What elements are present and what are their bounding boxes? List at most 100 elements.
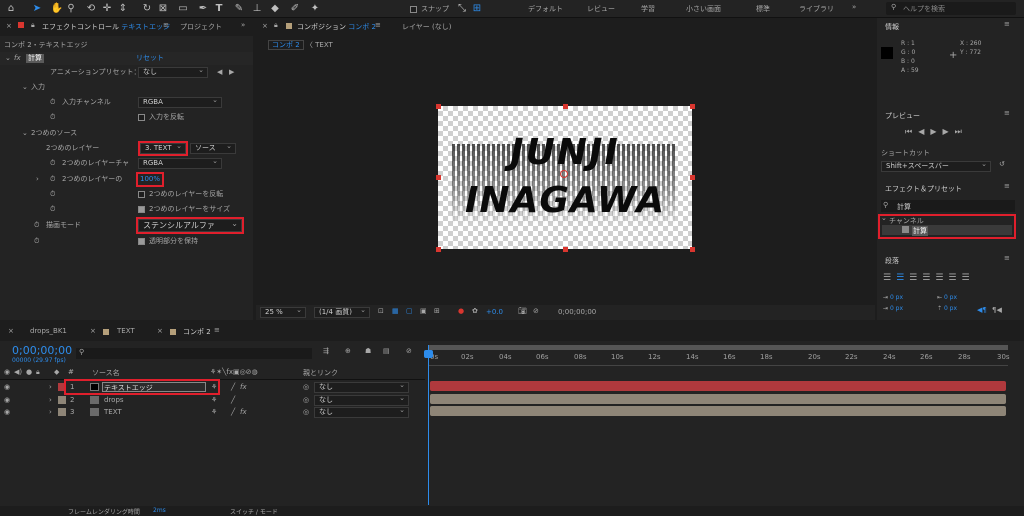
stopwatch-icon[interactable]: ⏱ — [50, 203, 55, 216]
close-icon[interactable]: × — [262, 22, 268, 30]
layer-tab[interactable]: レイヤー (なし) — [402, 22, 451, 32]
layer-name[interactable]: drops — [104, 394, 124, 406]
shy-switch-icon[interactable]: ⚘ — [211, 381, 217, 393]
dolly-tool-icon[interactable]: ⇕ — [116, 2, 130, 16]
shy-icon[interactable]: ☗ — [365, 347, 371, 355]
justify-center-icon[interactable]: ☰ — [935, 273, 948, 283]
expand-chevron-icon[interactable]: ⌄ — [5, 52, 11, 65]
quality-switch-icon[interactable]: ╱ — [231, 406, 235, 418]
eraser-tool-icon[interactable]: ◆ — [268, 2, 282, 16]
breadcrumb-text[interactable]: TEXT — [315, 41, 333, 49]
project-tab[interactable]: プロジェクト — [180, 22, 222, 32]
visibility-icon[interactable]: ◉ — [4, 406, 10, 418]
second-opacity-value[interactable]: 100% — [135, 172, 165, 187]
panel-lock-icon[interactable]: 🔒︎ — [31, 21, 35, 30]
fx-switch-icon[interactable]: fx — [240, 406, 247, 418]
move-tool-icon[interactable]: ✛ — [100, 2, 114, 16]
panel-menu-icon[interactable]: ≡ — [1004, 20, 1010, 28]
stopwatch-icon[interactable]: ⏱ — [34, 219, 39, 232]
effects-item-row[interactable]: 計算 — [882, 225, 1012, 236]
effect-name[interactable]: 計算 — [26, 54, 44, 63]
close-icon[interactable]: × — [157, 327, 163, 335]
pan-behind-tool-icon[interactable]: ⊠ — [156, 2, 170, 16]
draft-3d-icon[interactable]: ⊕ — [345, 347, 351, 355]
panel-overflow-icon[interactable]: » — [241, 21, 245, 29]
close-icon[interactable]: × — [6, 22, 12, 30]
comp-mini-flowchart-icon[interactable]: ⇶ — [323, 347, 329, 355]
fx-switch-icon[interactable]: fx — [240, 381, 247, 393]
fx-icon[interactable]: fx — [14, 52, 21, 65]
pen-tool-icon[interactable]: ✒ — [196, 2, 210, 16]
transform-handle-tc[interactable] — [563, 104, 568, 109]
second-layer-dropdown[interactable]: 3. TEXT — [138, 141, 188, 156]
panel-lock-icon[interactable]: 🔒︎ — [274, 21, 278, 30]
workspace-review[interactable]: レビュー — [587, 4, 615, 14]
preset-next-icon[interactable]: ▶ — [229, 66, 234, 79]
input-group-chevron-icon[interactable]: ⌄ — [22, 81, 28, 94]
shape-tool-icon[interactable]: ▭ — [176, 2, 190, 16]
type-tool-icon[interactable]: T — [212, 2, 226, 16]
tab-menu-icon[interactable]: ≡ — [375, 21, 381, 29]
workspace-learn[interactable]: 学習 — [641, 4, 655, 14]
label-color-swatch[interactable] — [58, 396, 66, 404]
playhead-handle[interactable] — [424, 350, 433, 358]
shy-switch-icon[interactable]: ⚘ — [211, 394, 217, 406]
prev-frame-icon[interactable]: ◀ — [918, 127, 930, 136]
pick-whip-icon[interactable]: ◎ — [303, 381, 309, 393]
tab-text[interactable]: TEXT — [117, 327, 135, 335]
invert-second-checkbox[interactable] — [138, 188, 147, 201]
transform-handle-br[interactable] — [690, 247, 695, 252]
align-left-icon[interactable]: ☰ — [883, 273, 896, 283]
tab-drops-bk1[interactable]: drops_BK1 — [30, 327, 67, 335]
reset-link[interactable]: リセット — [136, 52, 164, 65]
quality-switch-icon[interactable]: ╱ — [231, 394, 235, 406]
layer-row-1[interactable]: ◉ › 1 テキストエッジ ⚘ ╱ fx ◎ なし — [0, 379, 425, 395]
composition-tab[interactable]: コンポジション コンポ 2 — [297, 22, 376, 32]
timeline-timecode[interactable]: 0;00;00;00 — [12, 344, 72, 357]
lock-icon[interactable] — [18, 22, 24, 28]
exposure-value[interactable]: +0.0 — [486, 308, 503, 316]
parent-link-header[interactable]: 親とリンク — [303, 368, 338, 378]
pick-whip-icon[interactable]: ◎ — [303, 406, 309, 418]
snapshot-icon[interactable]: 📷︎ — [518, 307, 527, 315]
second-size-checkbox[interactable] — [138, 203, 147, 216]
breadcrumb-comp[interactable]: コンポ 2 — [268, 40, 304, 50]
indent-right[interactable]: ⇤ 0 px — [937, 294, 957, 301]
justify-left-icon[interactable]: ☰ — [922, 273, 935, 283]
layer-bar-3[interactable] — [430, 406, 1006, 416]
parent-dropdown[interactable]: なし — [314, 394, 409, 406]
panel-menu-icon[interactable]: ≡ — [1004, 182, 1010, 190]
first-frame-icon[interactable]: ⏮ — [905, 127, 918, 136]
effect-controls-tab[interactable]: エフェクトコントロール テキストエッジ — [42, 22, 170, 32]
ltr-icon[interactable]: ¶◀ — [992, 306, 1002, 314]
parent-dropdown[interactable]: なし — [314, 381, 409, 393]
workspace-small-screen[interactable]: 小さい画面 — [686, 4, 721, 14]
second-layer-source-dropdown[interactable]: ソース — [190, 142, 236, 154]
layer-row-2[interactable]: ◉ › 2 drops ⚘ ╱ ◎ なし — [0, 394, 425, 406]
category-chevron-icon[interactable]: ⌄ — [881, 214, 887, 222]
anchor-point-icon[interactable] — [560, 170, 568, 178]
source-name-header[interactable]: ソース名 — [92, 368, 120, 378]
shy-switch-icon[interactable]: ⚘ — [211, 406, 217, 418]
last-frame-icon[interactable]: ⏭ — [955, 127, 968, 136]
switch-mode-toggle[interactable]: スイッチ / モード — [230, 507, 278, 516]
rotate-tool-icon[interactable]: ↻ — [140, 2, 154, 16]
mask-view-icon[interactable]: ▢ — [406, 307, 413, 315]
layer-name[interactable]: TEXT — [104, 406, 122, 418]
close-icon[interactable]: × — [8, 327, 14, 335]
roto-brush-tool-icon[interactable]: ✐ — [288, 2, 302, 16]
visibility-icon[interactable]: ◉ — [4, 381, 10, 393]
next-frame-icon[interactable]: ▶ — [943, 127, 955, 136]
stopwatch-icon[interactable]: ⏱ — [50, 96, 55, 109]
transform-handle-bl[interactable] — [436, 247, 441, 252]
close-icon[interactable]: × — [90, 327, 96, 335]
expand-chevron-icon[interactable]: › — [36, 173, 39, 186]
stopwatch-icon[interactable]: ⏱ — [34, 235, 39, 248]
brush-tool-icon[interactable]: ✎ — [232, 2, 246, 16]
label-color-swatch[interactable] — [58, 383, 66, 391]
transform-handle-bc[interactable] — [563, 247, 568, 252]
tab-comp2[interactable]: コンポ 2 — [183, 327, 211, 337]
frame-blending-icon[interactable]: ▤ — [383, 347, 390, 355]
stopwatch-icon[interactable]: ⏱ — [50, 173, 55, 186]
visibility-icon[interactable]: ◉ — [4, 394, 10, 406]
